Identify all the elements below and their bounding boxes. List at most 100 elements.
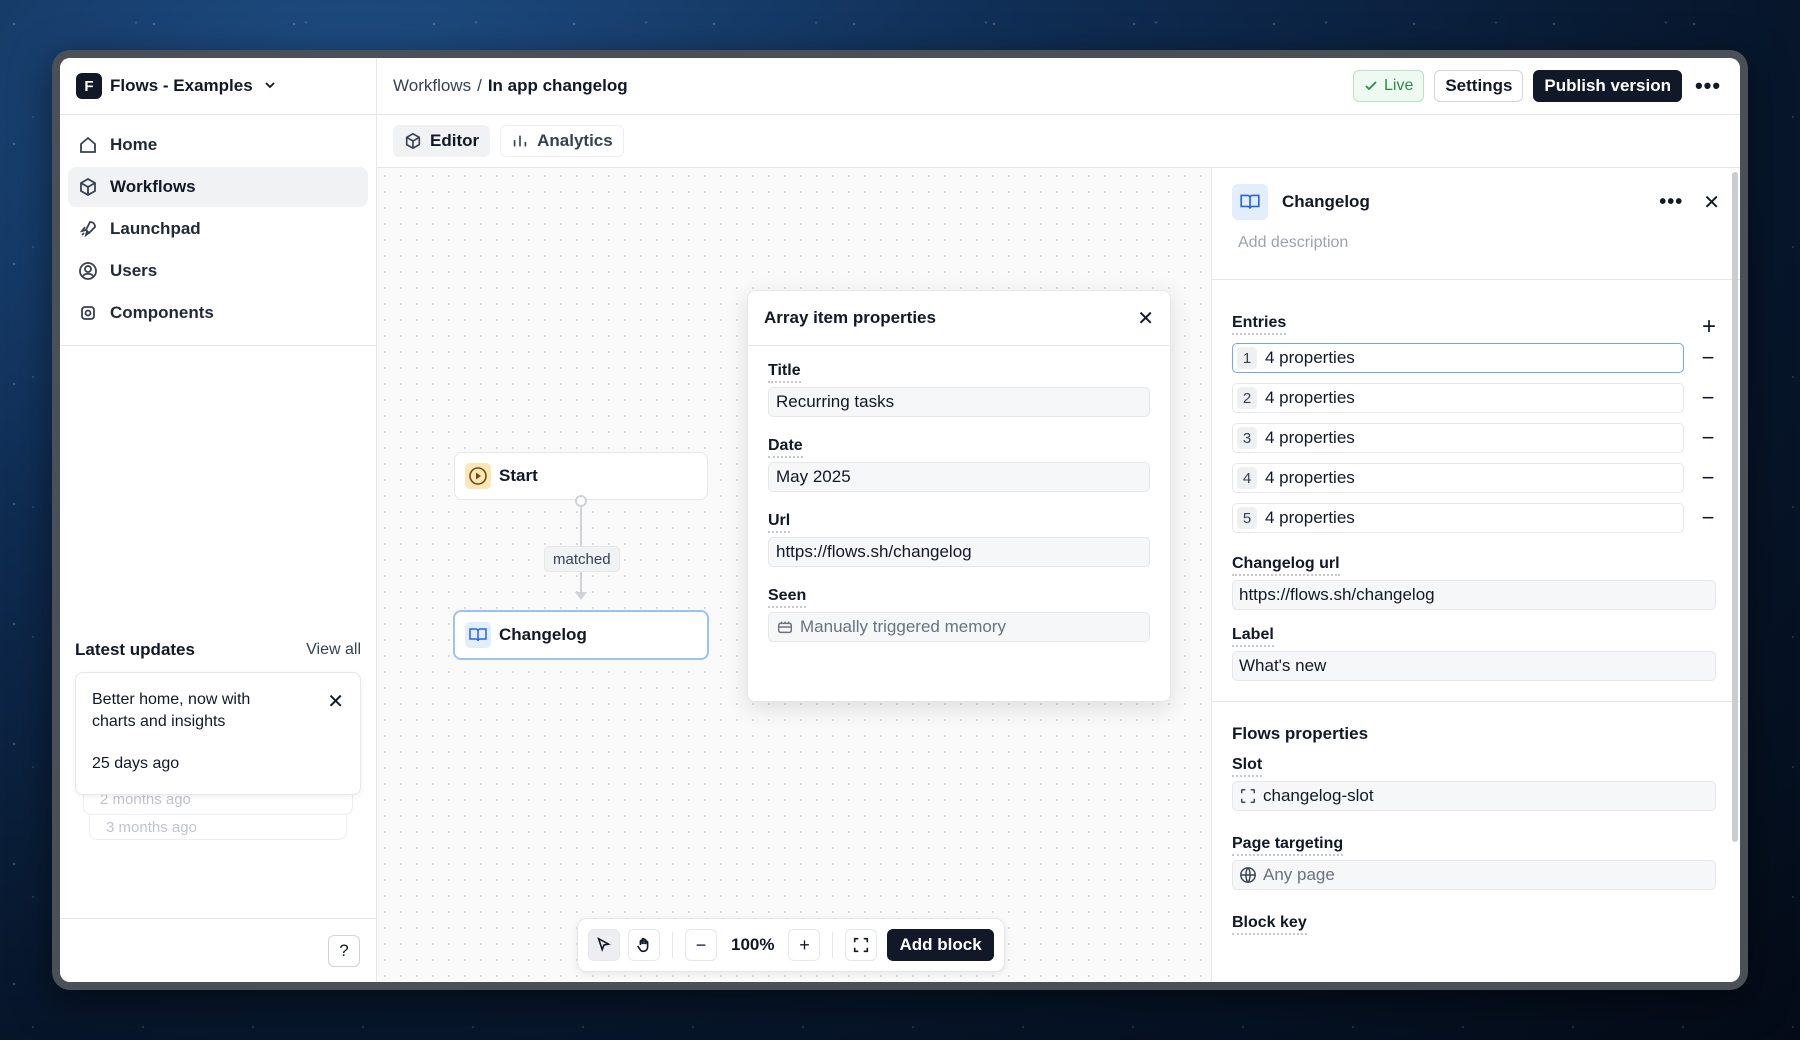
add-entry-icon[interactable]: + (1702, 314, 1716, 339)
fullscreen-icon (854, 937, 869, 953)
sidebar-item-components[interactable]: Components (68, 293, 368, 333)
connector-line (580, 572, 582, 594)
sidebar-item-label: Components (110, 303, 214, 322)
live-status-button[interactable]: Live (1352, 70, 1425, 102)
slot-input[interactable]: changelog-slot (1232, 781, 1716, 811)
entry-text: 4 properties (1265, 348, 1355, 367)
entry-text: 4 properties (1265, 468, 1355, 487)
live-label: Live (1383, 77, 1414, 94)
description-input[interactable]: Add description (1232, 234, 1720, 252)
help-button[interactable]: ? (328, 935, 360, 967)
more-options-icon[interactable]: ••• (1692, 73, 1724, 99)
tab-analytics[interactable]: Analytics (500, 125, 624, 157)
settings-button[interactable]: Settings (1434, 70, 1524, 102)
components-icon (81, 306, 95, 320)
app-window: F Flows - Examples Home Workflows Launch… (60, 58, 1740, 982)
entry-index: 2 (1237, 387, 1257, 409)
label-label: Label (1232, 626, 1274, 647)
date-input[interactable]: May 2025 (768, 462, 1150, 492)
popover-header: Array item properties ✕ (748, 291, 1170, 346)
edge-label[interactable]: matched (544, 546, 620, 572)
entry-item[interactable]: 2 4 properties (1232, 383, 1684, 413)
zoom-level: 100% (731, 935, 775, 954)
entries-section: Entries + 1 4 properties − 2 4 propertie… (1212, 280, 1740, 702)
remove-entry-icon[interactable]: − (1696, 347, 1720, 369)
latest-updates-title: Latest updates (75, 640, 195, 659)
chevron-down-icon (263, 78, 277, 95)
entry-item[interactable]: 1 4 properties (1232, 343, 1684, 373)
more-options-icon[interactable]: ••• (1659, 191, 1683, 214)
pan-tool[interactable] (628, 929, 660, 961)
tabs: Editor Analytics (377, 115, 1740, 168)
pointer-tool[interactable] (588, 929, 620, 961)
changelog-node[interactable]: Changelog (453, 610, 709, 660)
arrow-down-icon (575, 592, 587, 600)
add-block-button[interactable]: Add block (887, 929, 994, 961)
entry-row: 4 4 properties − (1232, 463, 1720, 493)
zoom-in-button[interactable]: + (788, 929, 821, 961)
flows-properties-title: Flows properties (1232, 724, 1369, 743)
slot-label: Slot (1232, 756, 1263, 777)
entry-index: 4 (1237, 467, 1257, 489)
play-icon (465, 463, 491, 489)
entry-item[interactable]: 5 4 properties (1232, 503, 1684, 533)
view-all-link[interactable]: View all (306, 641, 361, 659)
panel-scrollbar[interactable] (1732, 172, 1738, 842)
bar-chart-icon (513, 135, 527, 147)
url-input[interactable]: https://flows.sh/changelog (768, 537, 1150, 567)
block-key-label: Block key (1232, 914, 1307, 935)
seen-input[interactable]: Manually triggered memory (768, 612, 1150, 642)
entry-item[interactable]: 4 4 properties (1232, 463, 1684, 493)
label-input[interactable]: What's new (1232, 651, 1716, 681)
remove-entry-icon[interactable]: − (1696, 427, 1720, 449)
changelog-url-input[interactable]: https://flows.sh/changelog (1232, 580, 1716, 610)
tab-label: Analytics (537, 131, 613, 150)
sidebar-nav: Home Workflows Launchpad Users Component… (60, 115, 376, 346)
slot-value: changelog-slot (1263, 786, 1374, 805)
entry-row: 5 4 properties − (1232, 503, 1720, 533)
slot-icon (1240, 788, 1256, 804)
fit-view-button[interactable] (845, 929, 878, 961)
sidebar-item-home[interactable]: Home (68, 125, 368, 165)
entry-row: 3 4 properties − (1232, 423, 1720, 453)
update-text: Better home, now with charts and insight… (92, 691, 251, 730)
url-label: Url (768, 512, 791, 533)
entry-row: 2 4 properties − (1232, 383, 1720, 413)
update-time: 25 days ago (92, 755, 180, 772)
zoom-out-button[interactable]: − (685, 929, 717, 961)
title-input[interactable]: Recurring tasks (768, 387, 1150, 417)
page-targeting-input[interactable]: Any page (1232, 860, 1716, 890)
update-card[interactable]: Better home, now with charts and insight… (75, 672, 361, 795)
org-switcher[interactable]: F Flows - Examples (60, 58, 376, 115)
sidebar-item-label: Workflows (110, 177, 196, 196)
remove-entry-icon[interactable]: − (1696, 387, 1720, 409)
book-icon (465, 622, 491, 648)
org-name: Flows - Examples (110, 76, 253, 95)
entry-index: 5 (1237, 507, 1257, 529)
sidebar-item-workflows[interactable]: Workflows (68, 167, 368, 207)
node-label: Changelog (499, 625, 587, 644)
tab-editor[interactable]: Editor (393, 125, 491, 157)
org-badge: F (76, 73, 102, 99)
canvas-toolbar: − 100% + Add block (577, 918, 1005, 972)
start-node[interactable]: Start (454, 452, 708, 500)
sidebar-item-launchpad[interactable]: Launchpad (68, 209, 368, 249)
remove-entry-icon[interactable]: − (1696, 467, 1720, 489)
toolbar-divider (672, 932, 673, 958)
entry-item[interactable]: 3 4 properties (1232, 423, 1684, 453)
publish-version-button[interactable]: Publish version (1533, 70, 1682, 102)
title-label: Title (768, 362, 801, 383)
remove-entry-icon[interactable]: − (1696, 507, 1720, 529)
sidebar-item-users[interactable]: Users (68, 251, 368, 291)
hand-icon (637, 937, 649, 953)
tab-label: Editor (430, 131, 480, 150)
cursor-icon (597, 937, 611, 952)
panel-header: Changelog ••• ✕ Add description (1212, 168, 1740, 280)
close-icon[interactable]: ✕ (1703, 190, 1720, 215)
close-icon[interactable]: ✕ (1137, 306, 1154, 331)
close-icon[interactable]: ✕ (327, 689, 344, 714)
rocket-icon (79, 221, 96, 238)
sidebar-item-label: Home (110, 135, 158, 154)
breadcrumb-workflows[interactable]: Workflows (393, 76, 471, 96)
home-icon (80, 136, 96, 153)
